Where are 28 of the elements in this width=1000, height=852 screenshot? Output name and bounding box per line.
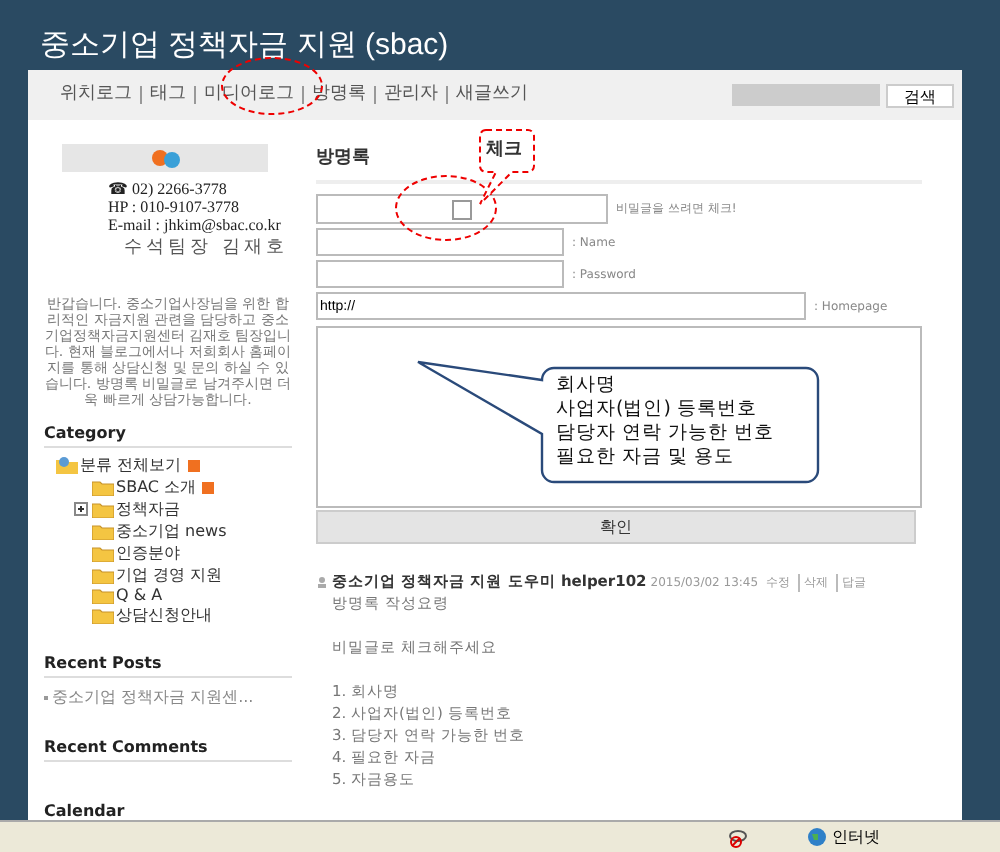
category-link[interactable]: 상담신청안내 [116,604,212,626]
submit-button[interactable]: 확인 [316,510,916,544]
nav-link[interactable]: 방명록 [302,86,374,104]
contact-line: ☎ 02) 2266-3778 [106,180,229,198]
category-link[interactable]: Q & A [116,586,163,604]
search-button[interactable]: 검색 [886,83,954,107]
blog-title: 중소기업 정책자금 지원 (sbac) [38,26,451,66]
category-link[interactable]: 분류 전체보기 [80,454,182,476]
section-heading: Recent Comments [44,738,292,762]
category-link[interactable]: SBAC 소개 [116,476,197,498]
nav-link[interactable]: 관리자 [374,86,446,104]
recent-post-link[interactable]: 중소기업 정책자금 지원센... [52,686,254,708]
nav-link[interactable]: 미디어로그 [194,86,302,104]
contact-line: HP : 010-9107-3778 [106,198,241,216]
zone-label: 인터넷 [832,826,880,848]
callout-text: 회사명 사업자(법인) 등록번호 담당자 연락 가능한 번호 필요한 자금 및 용도 [556,374,775,470]
category-link[interactable]: 기업 경영 지원 [116,564,223,586]
contact-line: E-mail : jhkim@sbac.co.kr [106,216,283,234]
category-link[interactable]: 정책자금 [116,498,180,520]
nav-link[interactable]: 태그 [140,86,194,104]
section-heading: Category [44,424,292,448]
nav-link[interactable]: 새글쓰기 [446,86,536,104]
nav-link[interactable]: 위치로그 [52,86,140,104]
section-heading: Recent Posts [44,654,292,678]
category-link[interactable]: 중소기업 news [116,520,227,542]
contact-name: 수석팀장 김재호 [122,236,290,260]
callout-text: 체크 [486,138,522,162]
category-link[interactable]: 인증분야 [116,542,180,564]
